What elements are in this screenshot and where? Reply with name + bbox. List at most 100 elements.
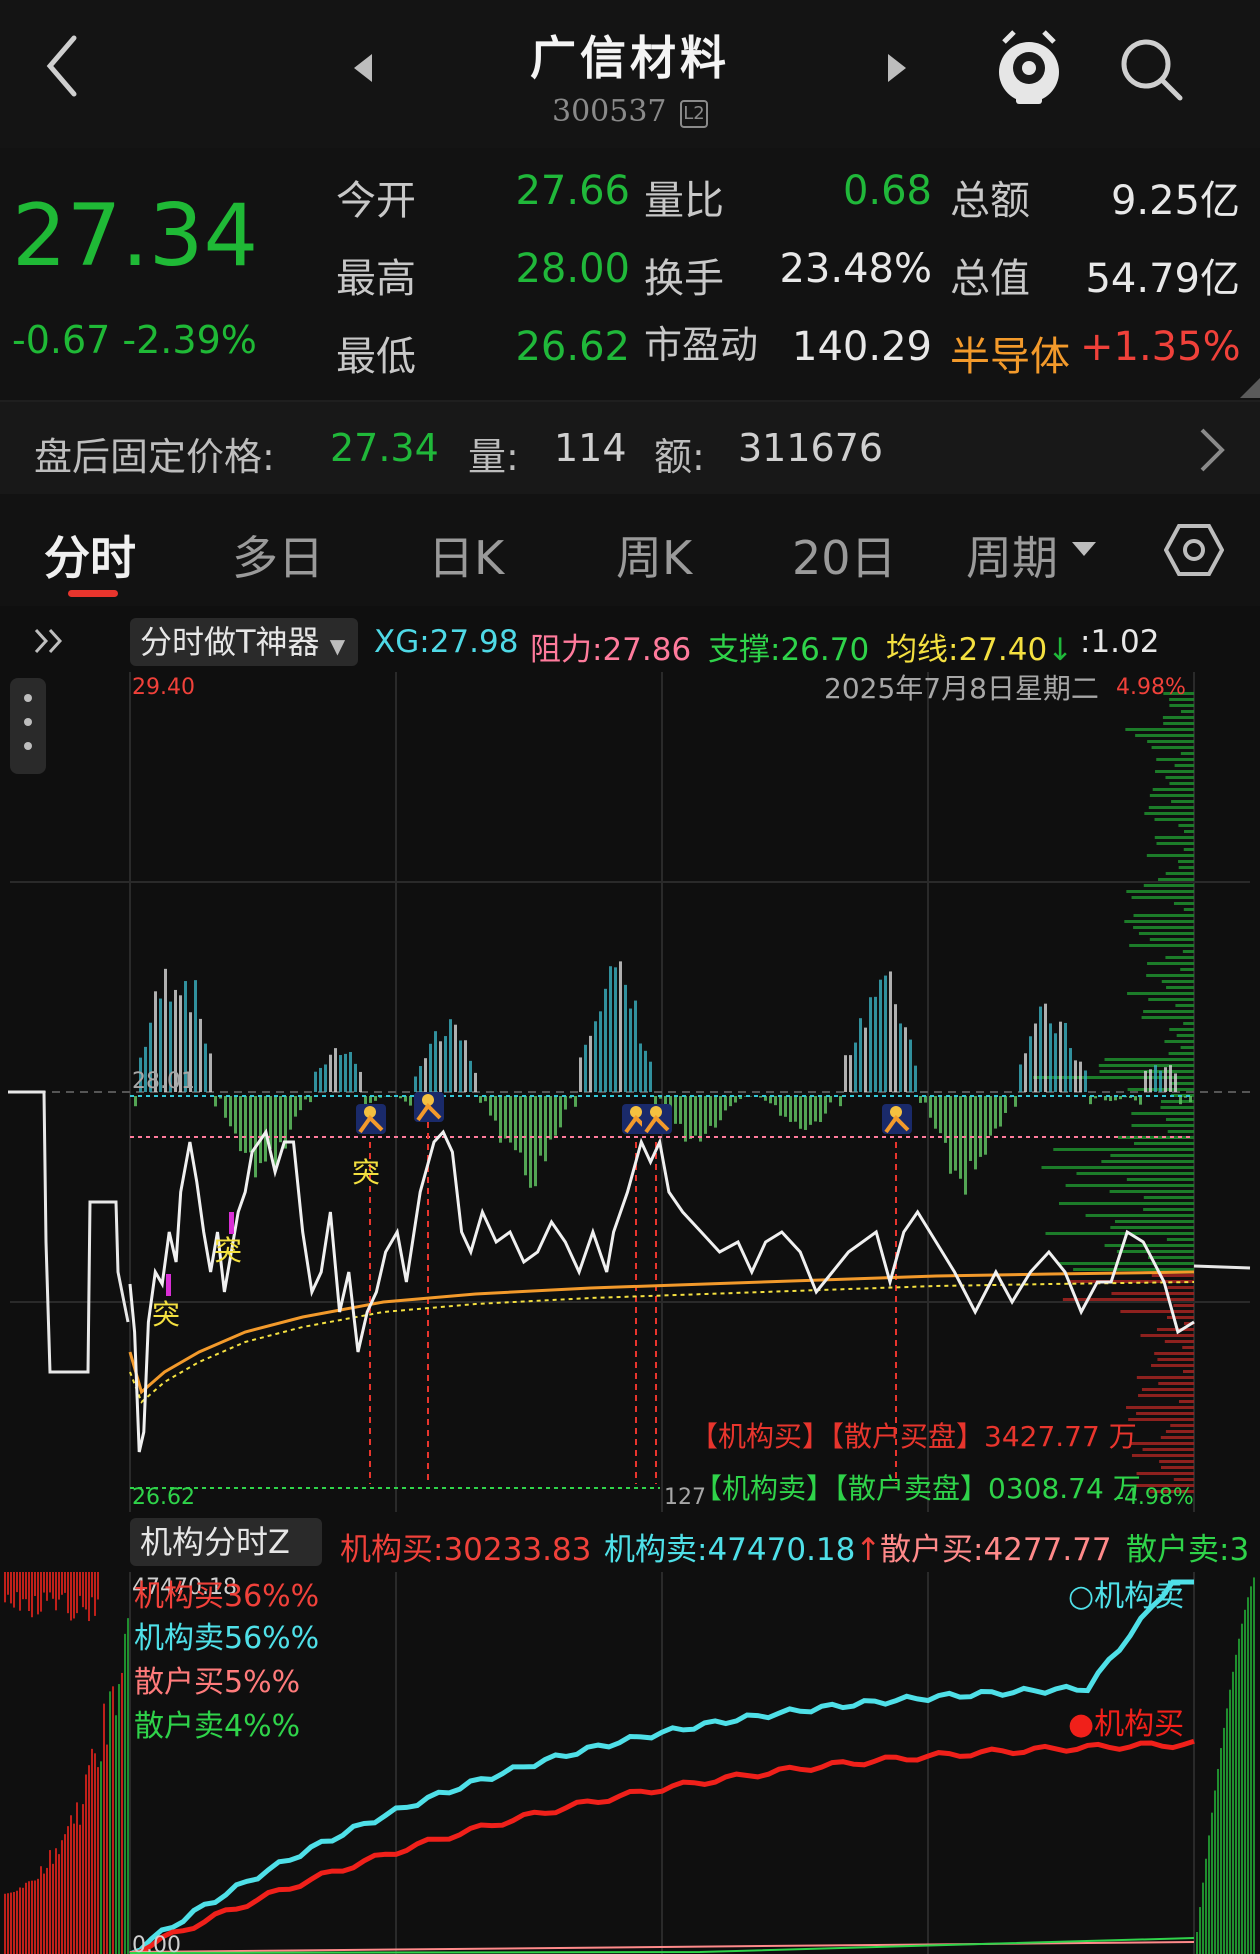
volume-profile-bar: [1085, 1214, 1194, 1217]
flow-bar: [40, 1866, 42, 1954]
volume-profile-bar: [1154, 818, 1194, 821]
histogram-bar-down: [509, 1096, 512, 1143]
histogram-bar-down: [954, 1096, 957, 1171]
flow-bar: [127, 1618, 129, 1954]
histogram-bar-down: [939, 1096, 942, 1134]
flow-bar-top: [37, 1572, 39, 1615]
chevron-right-icon[interactable]: [1196, 426, 1226, 474]
flow-bar-top: [91, 1572, 93, 1598]
up-arrow-icon: ↑: [855, 1532, 882, 1568]
volume-profile-bar: [1180, 710, 1194, 713]
histogram-bar-up: [1024, 1053, 1027, 1092]
volume-profile-bar: [1140, 1334, 1194, 1337]
resistance-label: 阻力:: [530, 632, 603, 668]
tab-multi-day[interactable]: 多日: [232, 522, 324, 588]
volume-profile-bar: [1167, 1130, 1194, 1133]
after-hours-amt-label: 额:: [654, 435, 705, 479]
turnover-rate-value: 23.48%: [779, 246, 932, 292]
settings-icon[interactable]: [1164, 522, 1224, 578]
histogram-bar-down: [539, 1096, 542, 1156]
histogram-bar-down: [239, 1096, 242, 1152]
histogram-bar-down: [529, 1096, 532, 1188]
sector-name[interactable]: 半导体: [950, 324, 1070, 382]
volume-profile-bar: [1148, 998, 1194, 1001]
after-hours-vol: 114: [554, 426, 627, 470]
volume-profile-bar: [1165, 872, 1194, 875]
volume-profile-bar: [1164, 1040, 1194, 1043]
after-hours-row[interactable]: 盘后固定价格: 27.34 量: 114 额: 311676: [0, 400, 1260, 494]
volume-profile-bar: [1178, 1400, 1194, 1403]
pe-dynamic-value: 140.29: [792, 324, 932, 370]
expand-double-chevron-icon[interactable]: [32, 626, 68, 656]
histogram-bar-down: [1119, 1096, 1122, 1100]
histogram-bar-down: [689, 1096, 692, 1139]
volume-profile-bar: [1168, 1052, 1194, 1055]
histogram-bar-down: [519, 1096, 522, 1153]
flow-bar-top: [52, 1572, 54, 1599]
histogram-bar-down: [719, 1096, 722, 1121]
support-readout: 支撑:26.70: [708, 624, 869, 669]
search-icon[interactable]: [1116, 34, 1186, 104]
volume-profile-bar: [1160, 1436, 1194, 1439]
flow-bar: [46, 1867, 48, 1954]
volume-ratio-label: 量比: [644, 178, 724, 224]
volume-profile-bar: [1045, 1232, 1194, 1235]
tab-weekly-k[interactable]: 周K: [616, 522, 692, 588]
legend-inst-sell: 机构卖56%%: [134, 1621, 319, 1656]
stock-name: 广信材料: [530, 31, 730, 85]
ratio-readout: :1.02: [1080, 624, 1160, 660]
flow-bar-top: [76, 1572, 78, 1614]
histogram-bar-up: [1029, 1036, 1032, 1092]
flow-bar: [25, 1882, 27, 1954]
flow-bar: [7, 1893, 9, 1954]
flow-bar: [1214, 1790, 1216, 1954]
next-stock-icon[interactable]: [886, 52, 908, 84]
histogram-bar-down: [409, 1096, 412, 1106]
top-pct-label: 4.98%: [1116, 675, 1186, 700]
low-label: 最低: [336, 334, 416, 380]
flow-bar: [121, 1672, 123, 1954]
flow-bar: [1238, 1638, 1240, 1954]
volume-profile-bar: [1178, 824, 1194, 827]
tab-intraday[interactable]: 分时: [44, 522, 136, 588]
volume-profile-bar: [1165, 1118, 1194, 1121]
institution-flow-chart[interactable]: 47470.18 0.00 机构买36%% 机构卖56%% 散户买5%% 散户卖…: [0, 1572, 1260, 1954]
flow-bar: [82, 1804, 84, 1954]
flow-bar-top: [34, 1572, 36, 1597]
histogram-bar-up: [619, 961, 622, 1092]
volume-profile-bar: [1175, 1004, 1194, 1007]
flow-bar-top: [97, 1572, 99, 1600]
histogram-bar-down: [399, 1096, 402, 1099]
tab-period[interactable]: 周期: [966, 522, 1058, 588]
volume-profile-bar: [1111, 1292, 1194, 1295]
volume-profile-bar: [1131, 896, 1194, 899]
flow-bar-top: [31, 1572, 33, 1618]
histogram-bar-up: [354, 1063, 357, 1092]
histogram-bar-down: [679, 1096, 682, 1124]
histogram-bar-up: [344, 1053, 347, 1092]
indicator-selector-1[interactable]: 分时做T神器 ▼: [130, 618, 358, 666]
volume-profile-bar: [1157, 1358, 1194, 1361]
indicator-selector-2[interactable]: 机构分时Z ▼: [130, 1518, 322, 1606]
flow-bar: [118, 1684, 120, 1954]
volume-profile-bar: [1129, 1442, 1194, 1445]
histogram-bar-down: [489, 1096, 492, 1116]
tab-20-day[interactable]: 20日: [792, 522, 897, 588]
volume-profile-bar: [1109, 1190, 1194, 1193]
tab-daily-k[interactable]: 日K: [428, 522, 504, 588]
support-value: 26.70: [780, 632, 870, 668]
volume-profile-bar: [1183, 908, 1194, 911]
histogram-bar-down: [964, 1096, 967, 1195]
dropdown-caret-icon[interactable]: [1070, 540, 1098, 558]
volume-profile-bar: [1178, 860, 1194, 863]
volume-profile-bar: [1183, 1022, 1194, 1025]
flow-bar: [103, 1703, 105, 1954]
histogram-bar-down: [704, 1096, 707, 1134]
flow-bar: [97, 1767, 99, 1954]
mascot-icon[interactable]: [994, 28, 1064, 106]
histogram-bar-up: [1039, 1006, 1042, 1092]
flow-bar-top: [22, 1572, 24, 1600]
histogram-bar-up: [1174, 1073, 1177, 1092]
histogram-bar-up: [459, 1040, 462, 1092]
intraday-chart[interactable]: 突 突 突 29.40 2025年7月8日星期二 4.98% 28.01 26.…: [0, 672, 1260, 1512]
